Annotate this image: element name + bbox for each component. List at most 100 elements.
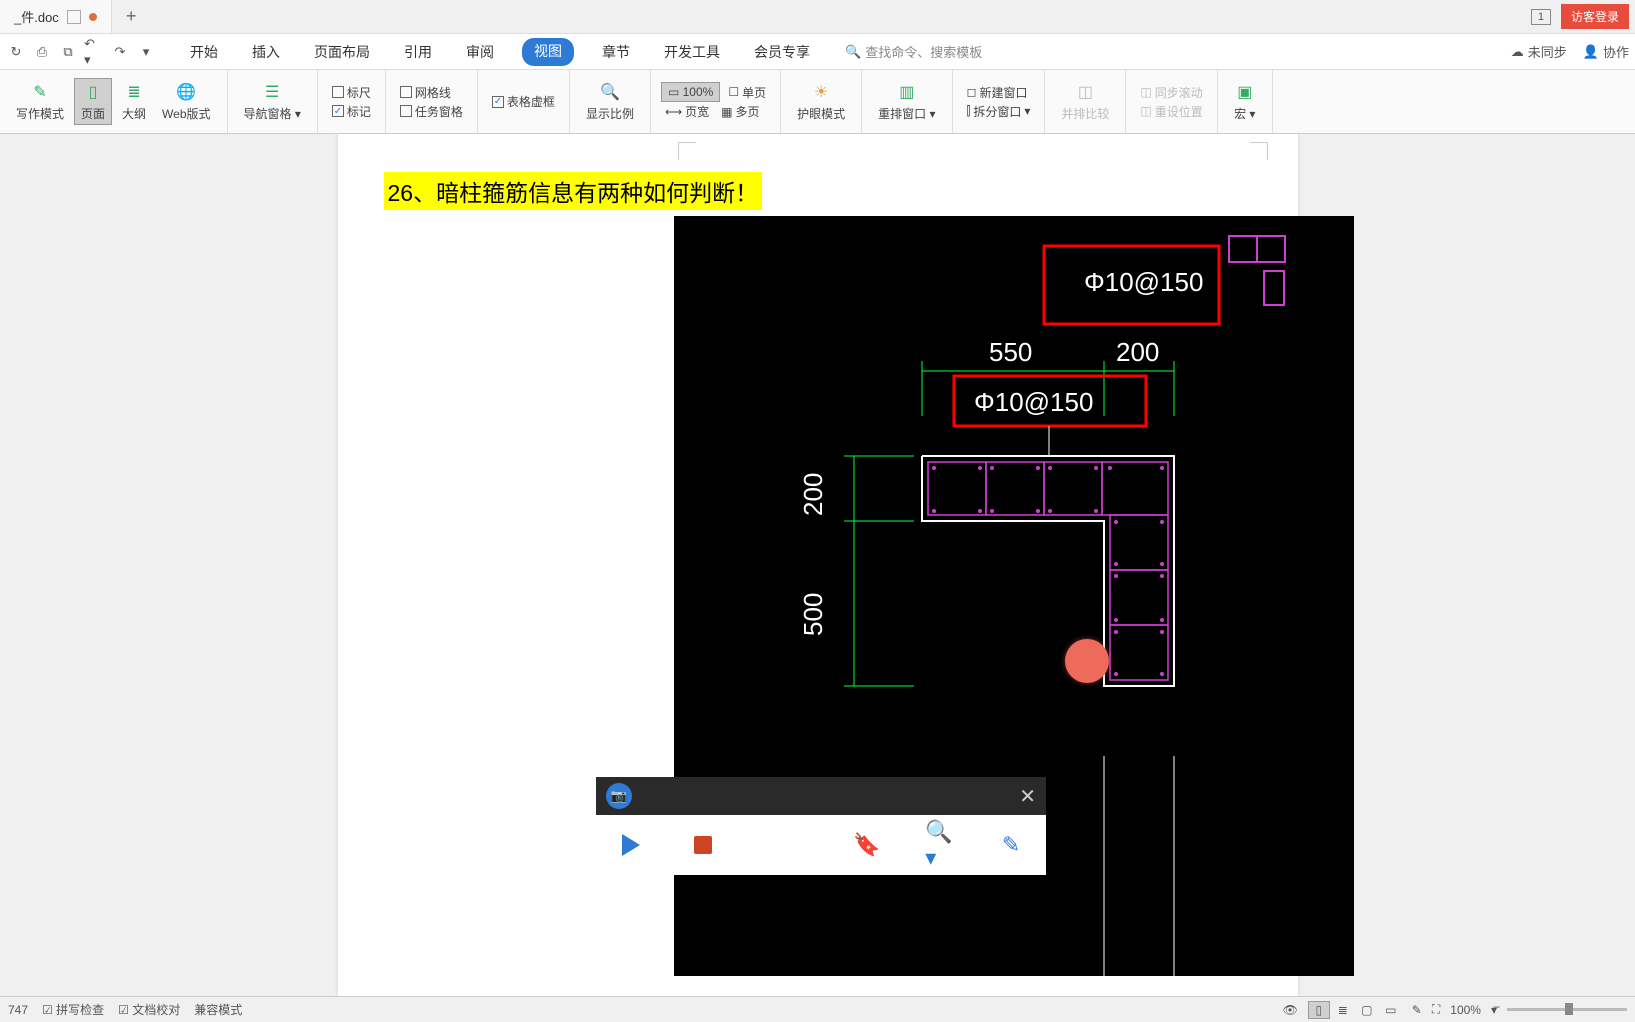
markup-checkbox[interactable]: ✓标记 — [328, 102, 375, 121]
proofread-status[interactable]: ☑ 文档校对 — [118, 1001, 180, 1018]
single-page-button[interactable]: ☐ 单页 — [724, 83, 770, 102]
outline-icon: ≣ — [123, 81, 145, 103]
title-bar: _件.doc + 1 访客登录 — [0, 0, 1635, 34]
globe-icon: 🌐 — [175, 81, 197, 103]
menu-bar: ↻ ⎙ ⧉ ↶ ▾ ↷ ▾ 开始 插入 页面布局 引用 审阅 视图 章节 开发工… — [0, 34, 1635, 70]
tab-section[interactable]: 章节 — [596, 38, 636, 66]
ribbon: ✎ 写作模式 ▯ 页面 ≣ 大纲 🌐 Web版式 ☰ 导航窗格 ▾ 标尺 ✓标记 — [0, 70, 1635, 134]
macro-icon: ▣ — [1234, 81, 1256, 103]
rearrange-window-button[interactable]: ▥ 重排窗口 ▾ — [872, 79, 941, 124]
zoom-label[interactable]: 100% — [1450, 1003, 1481, 1017]
sync-status[interactable]: ☁ 未同步 — [1511, 42, 1567, 61]
eye-status-icon[interactable]: 👁 — [1283, 1003, 1298, 1017]
tab-reference[interactable]: 引用 — [398, 38, 438, 66]
compat-mode: 兼容模式 — [194, 1001, 242, 1018]
cad-label-phi2: Φ10@150 — [974, 387, 1093, 417]
pencil-icon: ✎ — [29, 81, 51, 103]
zoom-thumb[interactable] — [1565, 1003, 1573, 1015]
windows-icon: ▥ — [896, 81, 918, 103]
page-number[interactable]: 747 — [8, 1003, 28, 1017]
outline-view-button[interactable]: ≣ 大纲 — [116, 79, 152, 124]
cloud-icon: ☁ — [1511, 44, 1524, 60]
web-view-button[interactable]: 🌐 Web版式 — [156, 79, 216, 124]
tab-insert[interactable]: 插入 — [246, 38, 286, 66]
close-icon[interactable]: ✕ — [1019, 784, 1036, 809]
nav-icon: ☰ — [261, 81, 283, 103]
window-mode-icon[interactable] — [67, 10, 81, 24]
zoom-ratio-button[interactable]: 🔍 显示比例 — [580, 79, 640, 124]
annotation-icon[interactable]: ✎ — [1412, 1003, 1422, 1017]
tab-layout[interactable]: 页面布局 — [308, 38, 376, 66]
taskpane-checkbox[interactable]: 任务窗格 — [396, 102, 467, 121]
quick-access-toolbar: ↻ ⎙ ⧉ ↶ ▾ ↷ ▾ — [6, 42, 166, 62]
zoom-tool-button[interactable]: 🔍 ▾ — [926, 832, 952, 858]
stop-button[interactable] — [690, 832, 716, 858]
multi-page-button[interactable]: ▦ 多页 — [717, 102, 763, 121]
page-width-button[interactable]: ⟷ 页宽 — [661, 102, 713, 121]
cad-dim-550: 550 — [989, 337, 1032, 367]
print-preview-icon[interactable]: ⧉ — [58, 42, 78, 62]
page-icon: ▯ — [82, 81, 104, 103]
ribbon-tabs: 开始 插入 页面布局 引用 审阅 视图 章节 开发工具 会员专享 — [184, 38, 816, 66]
page-view-button[interactable]: ▯ 页面 — [74, 78, 112, 125]
reader-view-status-button[interactable]: ▢ — [1356, 1001, 1378, 1019]
stop-icon — [694, 836, 712, 854]
unsaved-dot-icon — [89, 13, 97, 21]
command-search[interactable]: 🔍 查找命令、搜索模板 — [838, 38, 989, 65]
tab-view[interactable]: 视图 — [522, 38, 574, 66]
new-window-button[interactable]: ◻ 新建窗口 — [963, 83, 1032, 102]
camera-icon: 📷 — [606, 783, 632, 809]
cursor-indicator — [1065, 639, 1109, 683]
collab-button[interactable]: 👤 协作 — [1583, 42, 1629, 61]
redo-icon[interactable]: ↷ — [110, 42, 130, 62]
split-window-button[interactable]: ⫿ 拆分窗口 ▾ — [963, 102, 1035, 121]
page-view-status-button[interactable]: ▯ — [1308, 1001, 1330, 1019]
magnifier-icon: 🔍 — [599, 81, 621, 103]
qat-overflow-icon[interactable]: ▾ — [136, 42, 156, 62]
fit-icon[interactable]: ⛶ — [1432, 1002, 1440, 1017]
write-mode-button[interactable]: ✎ 写作模式 — [10, 79, 70, 124]
zoom-slider[interactable]: − — [1507, 1008, 1627, 1011]
view-mode-buttons: ▯ ≣ ▢ ▭ — [1308, 1001, 1402, 1019]
play-icon — [622, 834, 640, 856]
notification-badge[interactable]: 1 — [1531, 9, 1551, 25]
eye-care-button[interactable]: ☀ 护眼模式 — [791, 79, 851, 124]
screen-recorder-toolbar[interactable]: 📷 ✕ 🔖 🔍 ▾ ✎ — [596, 777, 1046, 875]
document-tab[interactable]: _件.doc — [0, 0, 112, 33]
tab-member[interactable]: 会员专享 — [748, 38, 816, 66]
outline-view-status-button[interactable]: ≣ — [1332, 1001, 1354, 1019]
tab-devtools[interactable]: 开发工具 — [658, 38, 726, 66]
gridlines-checkbox[interactable]: 网格线 — [396, 83, 455, 102]
tab-home[interactable]: 开始 — [184, 38, 224, 66]
eye-icon: ☀ — [810, 81, 832, 103]
web-view-status-button[interactable]: ▭ — [1380, 1001, 1402, 1019]
redo-arrow-icon[interactable]: ↻ — [6, 42, 26, 62]
search-placeholder: 查找命令、搜索模板 — [865, 42, 982, 61]
tab-review[interactable]: 审阅 — [460, 38, 500, 66]
login-button[interactable]: 访客登录 — [1561, 4, 1629, 29]
print-icon[interactable]: ⎙ — [32, 42, 52, 62]
table-dashed-checkbox[interactable]: ✓表格虚框 — [488, 92, 559, 111]
margin-corner-tr — [1250, 142, 1268, 160]
pen-tool-button[interactable]: ✎ — [998, 832, 1024, 858]
person-icon: 👤 — [1583, 44, 1599, 60]
ruler-checkbox[interactable]: 标尺 — [328, 83, 375, 102]
cad-label-phi1: Φ10@150 — [1084, 267, 1203, 297]
undo-icon[interactable]: ↶ ▾ — [84, 42, 104, 62]
cad-dim-500: 500 — [798, 593, 828, 636]
play-button[interactable] — [618, 832, 644, 858]
document-area[interactable]: 26、暗柱箍筋信息有两种如何判断！ Φ10@150 550 200 — [0, 134, 1635, 996]
reset-position-button: ◫ 重设位置 — [1136, 102, 1206, 121]
macro-button[interactable]: ▣ 宏 ▾ — [1228, 79, 1262, 124]
compare-button: ◫ 并排比较 — [1055, 79, 1115, 124]
cad-dim-200v: 200 — [798, 473, 828, 516]
zoom-value-display[interactable]: ▭ 100% — [661, 82, 720, 102]
spellcheck-status[interactable]: ☑ 拼写检查 — [42, 1001, 104, 1018]
highlighted-heading: 26、暗柱箍筋信息有两种如何判断！ — [384, 172, 763, 210]
zoom-out-icon[interactable]: − — [1493, 1000, 1500, 1014]
nav-pane-button[interactable]: ☰ 导航窗格 ▾ — [238, 79, 307, 124]
new-tab-button[interactable]: + — [112, 6, 151, 27]
cad-dim-200h: 200 — [1116, 337, 1159, 367]
marker-tool-button[interactable]: 🔖 — [854, 832, 880, 858]
sync-scroll-button: ◫ 同步滚动 — [1136, 83, 1206, 102]
